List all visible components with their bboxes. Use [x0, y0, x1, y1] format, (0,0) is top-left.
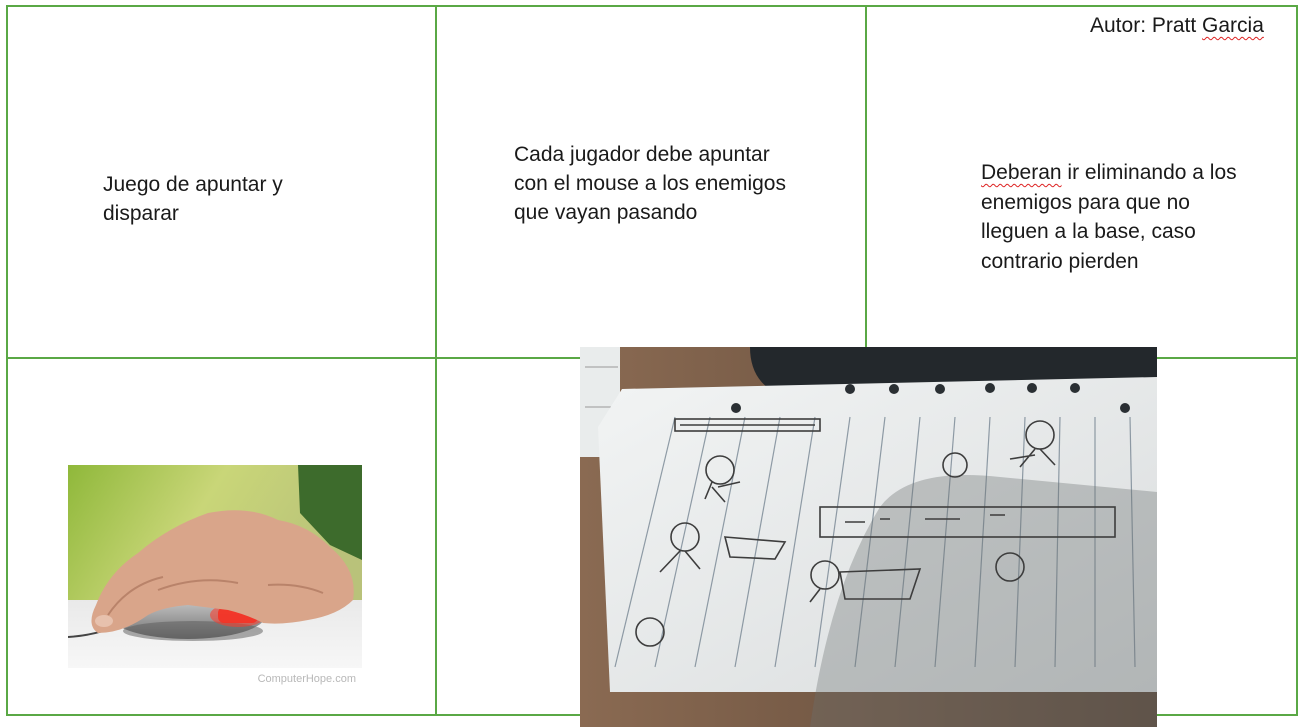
cell-text-controls[interactable]: Cada jugador debe apuntar con el mouse a… [514, 140, 789, 227]
mouse-photo[interactable]: ComputerHope.com [67, 465, 362, 687]
author-name-flagged: Garcia [1202, 14, 1264, 37]
author-label[interactable]: Autor: Pratt Garcia [1090, 13, 1264, 39]
mouse-photo-caption: ComputerHope.com [257, 673, 356, 685]
stick-figure-sketch-icon [580, 347, 1157, 727]
cell-text-goal-flagged-word: Deberan [981, 161, 1062, 184]
author-prefix: Autor: Pratt [1090, 14, 1203, 37]
grid-border-right [1296, 5, 1298, 716]
grid-divider-col2 [865, 5, 867, 358]
cell-text-concept[interactable]: Juego de apuntar y disparar [103, 170, 323, 228]
grid-border-left [6, 5, 8, 716]
cell-text-controls-content: Cada jugador debe apuntar con el mouse a… [514, 143, 786, 224]
grid-divider-col1 [435, 5, 437, 716]
hand-on-mouse-icon [67, 465, 362, 687]
cell-text-concept-content: Juego de apuntar y disparar [103, 173, 283, 225]
sketch-photo[interactable] [580, 347, 1157, 727]
cell-text-goal[interactable]: Deberan ir eliminando a los enemigos par… [981, 158, 1261, 276]
grid-border-top [6, 5, 1298, 7]
